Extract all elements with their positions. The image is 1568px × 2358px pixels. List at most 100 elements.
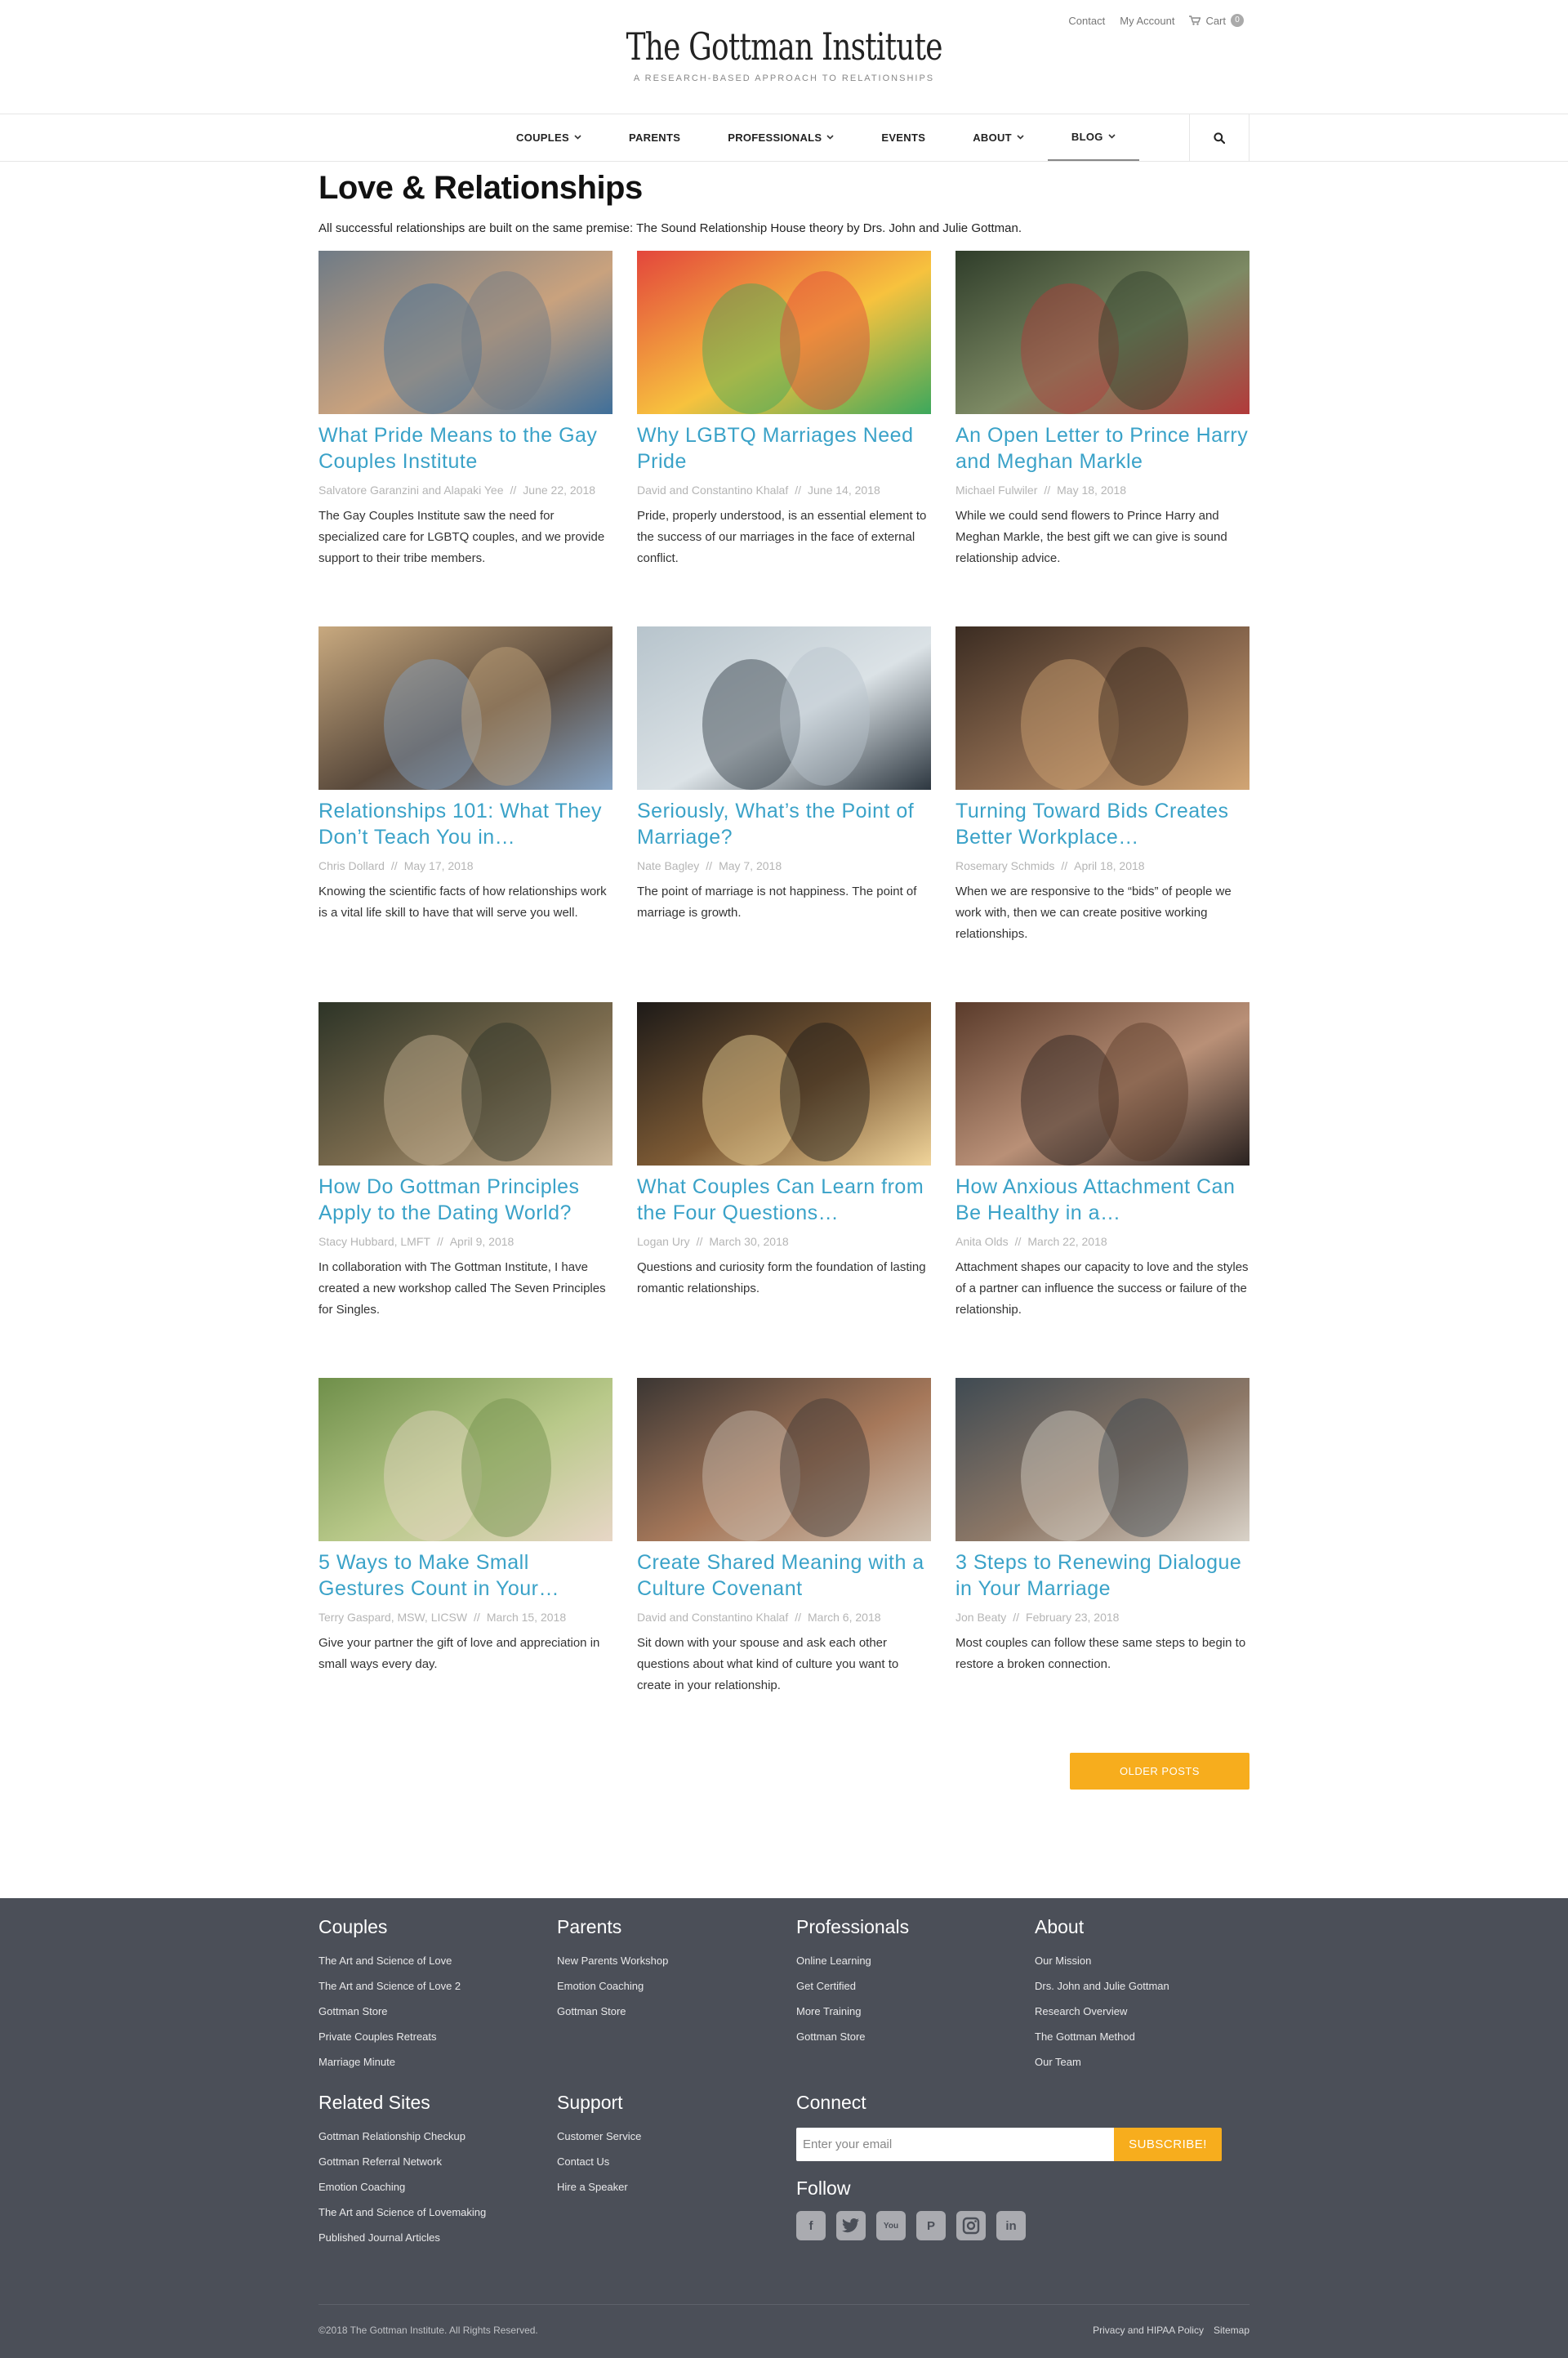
nav-item-parents[interactable]: PARENTS <box>605 114 704 161</box>
facebook-icon[interactable]: f <box>796 2211 826 2240</box>
post-title[interactable]: How Do Gottman Principles Apply to the D… <box>318 1174 612 1226</box>
footer-link[interactable]: Our Team <box>1035 2049 1169 2075</box>
footer-link[interactable]: Gottman Store <box>557 1999 668 2024</box>
search-button[interactable] <box>1189 114 1250 161</box>
footer-link[interactable]: Private Couples Retreats <box>318 2024 461 2049</box>
post-thumbnail[interactable] <box>318 1378 612 1541</box>
footer-link[interactable]: Online Learning <box>796 1948 909 1973</box>
main-nav: COUPLES PARENTS PROFESSIONALS EVENTS ABOUT BL… <box>0 114 1568 162</box>
nav-item-label: BLOG <box>1071 131 1103 143</box>
post-author[interactable]: David and Constantino Khalaf <box>637 484 788 497</box>
nav-item-events[interactable]: EVENTS <box>858 114 949 161</box>
post-thumbnail[interactable] <box>637 251 931 414</box>
post-meta: Anita Olds // March 22, 2018 <box>956 1232 1250 1250</box>
footer-link[interactable]: Gottman Relationship Checkup <box>318 2124 486 2149</box>
post-title[interactable]: Turning Toward Bids Creates Better Workp… <box>956 798 1250 850</box>
footer-link[interactable]: Emotion Coaching <box>557 1973 668 1999</box>
post-title[interactable]: 3 Steps to Renewing Dialogue in Your Mar… <box>956 1549 1250 1602</box>
post-card: 3 Steps to Renewing Dialogue in Your Mar… <box>956 1378 1250 1675</box>
site-brand[interactable]: The Gottman Institute A RESEARCH-BASED A… <box>0 25 1568 83</box>
post-meta: David and Constantino Khalaf // March 6, 2… <box>637 1608 931 1626</box>
meta-separator: // <box>795 484 802 497</box>
post-excerpt: Attachment shapes our capacity to love a… <box>956 1260 1249 1317</box>
post-thumbnail[interactable] <box>318 251 612 414</box>
post-thumbnail[interactable] <box>956 1378 1250 1541</box>
footer-link[interactable]: Drs. John and Julie Gottman <box>1035 1973 1169 1999</box>
footer-link[interactable]: Gottman Store <box>796 2024 909 2049</box>
twitter-icon[interactable] <box>836 2211 866 2240</box>
footer-link[interactable]: Hire a Speaker <box>557 2174 641 2200</box>
post-title[interactable]: Seriously, What’s the Point of Marriage? <box>637 798 931 850</box>
post-thumbnail[interactable] <box>637 1002 931 1166</box>
post-thumbnail[interactable] <box>637 1378 931 1541</box>
nav-item-couples[interactable]: COUPLES <box>492 114 605 161</box>
post-title[interactable]: Why LGBTQ Marriages Need Pride <box>637 422 931 475</box>
nav-item-label: PARENTS <box>628 131 681 144</box>
post-meta: Chris Dollard // May 17, 2018 <box>318 857 612 875</box>
site-logo[interactable]: The Gottman Institute <box>626 25 942 69</box>
post-date: June 14, 2018 <box>808 484 880 497</box>
nav-item-blog[interactable]: BLOG <box>1047 114 1139 161</box>
post-author[interactable]: Rosemary Schmids <box>956 859 1054 872</box>
post-author[interactable]: Salvatore Garanzini and Alapaki Yee <box>318 484 504 497</box>
footer-link[interactable]: Emotion Coaching <box>318 2174 486 2200</box>
footer-link[interactable]: The Art and Science of Lovemaking <box>318 2200 486 2225</box>
footer-link[interactable]: New Parents Workshop <box>557 1948 668 1973</box>
footer-legal-links: Privacy and HIPAA Policy Sitemap <box>1093 2325 1250 2336</box>
post-thumbnail[interactable] <box>956 626 1250 790</box>
post-author[interactable]: Chris Dollard <box>318 859 385 872</box>
footer-link[interactable]: Gottman Store <box>318 1999 461 2024</box>
footer-link[interactable]: Customer Service <box>557 2124 641 2149</box>
footer-link[interactable]: Research Overview <box>1035 1999 1169 2024</box>
privacy-link[interactable]: Privacy and HIPAA Policy <box>1093 2325 1204 2336</box>
footer-link[interactable]: The Gottman Method <box>1035 2024 1169 2049</box>
nav-item-professionals[interactable]: PROFESSIONALS <box>704 114 858 161</box>
meta-separator: // <box>390 859 398 872</box>
post-author[interactable]: Terry Gaspard, MSW, LICSW <box>318 1611 467 1624</box>
chevron-down-icon <box>1017 133 1024 142</box>
post-thumbnail[interactable] <box>956 251 1250 414</box>
footer-link[interactable]: Gottman Referral Network <box>318 2149 486 2174</box>
footer-link[interactable]: Marriage Minute <box>318 2049 461 2075</box>
subscribe-button[interactable]: SUBSCRIBE! <box>1114 2128 1222 2161</box>
post-title[interactable]: 5 Ways to Make Small Gestures Count in Y… <box>318 1549 612 1602</box>
sitemap-link[interactable]: Sitemap <box>1214 2325 1250 2336</box>
instagram-icon[interactable] <box>956 2211 986 2240</box>
footer-link[interactable]: The Art and Science of Love <box>318 1948 461 1973</box>
meta-separator: // <box>1014 1235 1022 1248</box>
post-title[interactable]: An Open Letter to Prince Harry and Megha… <box>956 422 1250 475</box>
nav-item-about[interactable]: ABOUT <box>949 114 1048 161</box>
post-title[interactable]: How Anxious Attachment Can Be Healthy in… <box>956 1174 1250 1226</box>
post-author[interactable]: Logan Ury <box>637 1235 690 1248</box>
post-author[interactable]: Michael Fulwiler <box>956 484 1037 497</box>
post-author[interactable]: Stacy Hubbard, LMFT <box>318 1235 430 1248</box>
footer-link[interactable]: Contact Us <box>557 2149 641 2174</box>
post-date: May 18, 2018 <box>1057 484 1126 497</box>
post-thumbnail[interactable] <box>637 626 931 790</box>
post-meta: Stacy Hubbard, LMFT // April 9, 2018 <box>318 1232 612 1250</box>
footer-col-connect: Connect <box>796 2092 866 2124</box>
linkedin-icon[interactable]: in <box>996 2211 1026 2240</box>
footer-link[interactable]: Published Journal Articles <box>318 2225 486 2250</box>
nav-item-label: EVENTS <box>881 131 926 144</box>
post-author[interactable]: Nate Bagley <box>637 859 699 872</box>
post-author[interactable]: Jon Beaty <box>956 1611 1006 1624</box>
post-date: June 22, 2018 <box>523 484 596 497</box>
email-input[interactable]: Enter your email <box>796 2128 1114 2161</box>
youtube-icon[interactable]: You <box>876 2211 906 2240</box>
footer-link[interactable]: Get Certified <box>796 1973 909 1999</box>
post-title[interactable]: What Couples Can Learn from the Four Que… <box>637 1174 931 1226</box>
footer-link[interactable]: More Training <box>796 1999 909 2024</box>
post-title[interactable]: Relationships 101: What They Don’t Teach… <box>318 798 612 850</box>
older-posts-button[interactable]: OLDER POSTS <box>1070 1753 1250 1790</box>
post-title[interactable]: What Pride Means to the Gay Couples Inst… <box>318 422 612 475</box>
pinterest-icon[interactable]: P <box>916 2211 946 2240</box>
post-thumbnail[interactable] <box>318 626 612 790</box>
footer-link[interactable]: The Art and Science of Love 2 <box>318 1973 461 1999</box>
footer-link[interactable]: Our Mission <box>1035 1948 1169 1973</box>
post-title[interactable]: Create Shared Meaning with a Culture Cov… <box>637 1549 931 1602</box>
post-thumbnail[interactable] <box>318 1002 612 1166</box>
post-author[interactable]: David and Constantino Khalaf <box>637 1611 788 1624</box>
post-author[interactable]: Anita Olds <box>956 1235 1009 1248</box>
post-thumbnail[interactable] <box>956 1002 1250 1166</box>
